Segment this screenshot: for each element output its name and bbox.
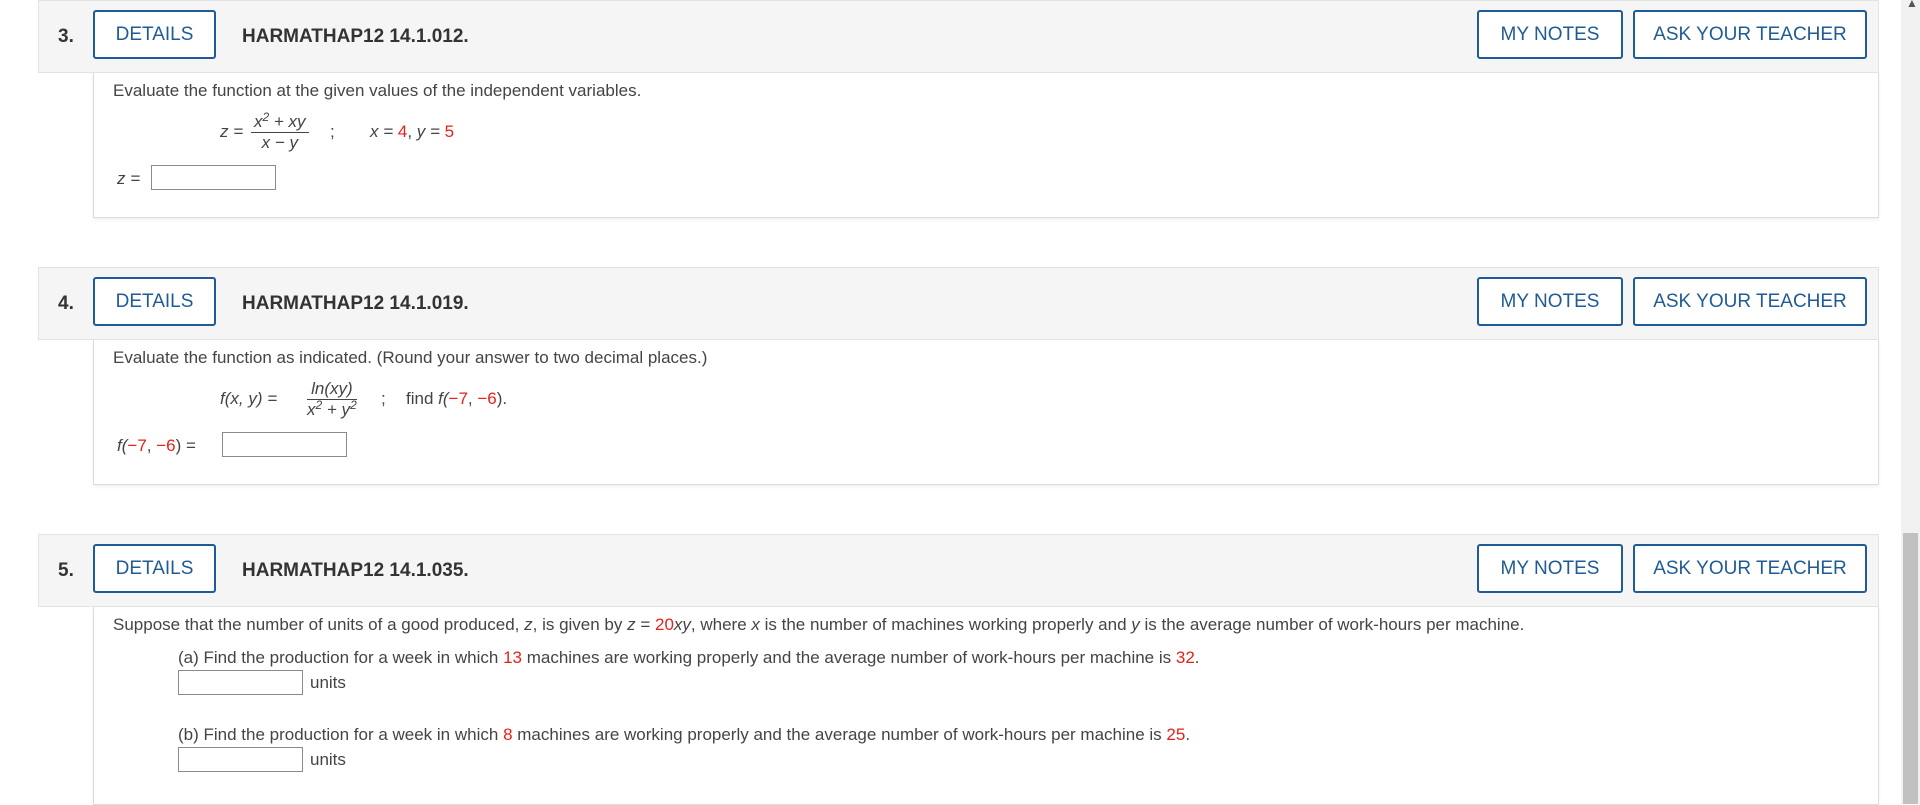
part-b-text: (b) Find the production for a week in wh… — [178, 725, 1191, 744]
ask-your-teacher-button[interactable]: ASK YOUR TEACHER — [1633, 10, 1867, 59]
vertical-scrollbar[interactable]: ▲ — [1901, 0, 1920, 804]
question-body: Suppose that the number of units of a go… — [93, 607, 1879, 805]
question-code: HARMATHAP12 14.1.035. — [242, 560, 469, 581]
details-button[interactable]: DETAILS — [93, 544, 216, 593]
my-notes-button[interactable]: MY NOTES — [1477, 277, 1623, 326]
function-label: z = — [220, 122, 244, 141]
instruction-text: Evaluate the function at the given value… — [113, 81, 642, 100]
answer-label: z = — [117, 169, 141, 188]
question-4: 4. DETAILS HARMATHAP12 14.1.019. MY NOTE… — [38, 267, 1879, 485]
question-body: Evaluate the function at the given value… — [93, 73, 1879, 218]
question-number: 4. — [58, 293, 74, 314]
ask-your-teacher-button[interactable]: ASK YOUR TEACHER — [1633, 277, 1867, 326]
part-a-input[interactable] — [178, 670, 303, 695]
question-body: Evaluate the function as indicated. (Rou… — [93, 340, 1879, 485]
answer-input[interactable] — [151, 165, 276, 190]
answer-label: f(−7, −6) = — [117, 436, 196, 455]
instruction-text: Evaluate the function as indicated. (Rou… — [113, 348, 708, 367]
semicolon: ; — [330, 122, 335, 141]
scrollbar-thumb[interactable] — [1903, 533, 1918, 804]
question-header: 5. DETAILS HARMATHAP12 14.1.035. MY NOTE… — [38, 534, 1879, 607]
question-header: 4. DETAILS HARMATHAP12 14.1.019. MY NOTE… — [38, 267, 1879, 340]
question-number: 5. — [58, 560, 74, 581]
answer-input[interactable] — [222, 432, 347, 457]
part-b-units: units — [310, 750, 346, 769]
function-fraction: ln(xy) x2 + y2 — [307, 379, 357, 419]
question-code: HARMATHAP12 14.1.012. — [242, 26, 469, 47]
question-5: 5. DETAILS HARMATHAP12 14.1.035. MY NOTE… — [38, 534, 1879, 805]
part-b-input[interactable] — [178, 747, 303, 772]
function-fraction: x2 + xy x − y — [251, 111, 309, 153]
function-label: f(x, y) = — [220, 389, 278, 408]
semicolon: ; — [381, 389, 386, 408]
scroll-up-arrow-icon[interactable]: ▲ — [1906, 0, 1918, 10]
question-number: 3. — [58, 26, 74, 47]
part-a-text: (a) Find the production for a week in wh… — [178, 648, 1200, 667]
find-text: find f(−7, −6). — [406, 389, 508, 408]
given-values: x = 4, y = 5 — [370, 122, 455, 141]
details-button[interactable]: DETAILS — [93, 10, 216, 59]
ask-your-teacher-button[interactable]: ASK YOUR TEACHER — [1633, 544, 1867, 593]
my-notes-button[interactable]: MY NOTES — [1477, 10, 1623, 59]
question-header: 3. DETAILS HARMATHAP12 14.1.012. MY NOTE… — [38, 0, 1879, 73]
question-code: HARMATHAP12 14.1.019. — [242, 293, 469, 314]
problem-intro: Suppose that the number of units of a go… — [113, 615, 1525, 634]
part-a-units: units — [310, 673, 346, 692]
details-button[interactable]: DETAILS — [93, 277, 216, 326]
question-3: 3. DETAILS HARMATHAP12 14.1.012. MY NOTE… — [38, 0, 1879, 218]
my-notes-button[interactable]: MY NOTES — [1477, 544, 1623, 593]
